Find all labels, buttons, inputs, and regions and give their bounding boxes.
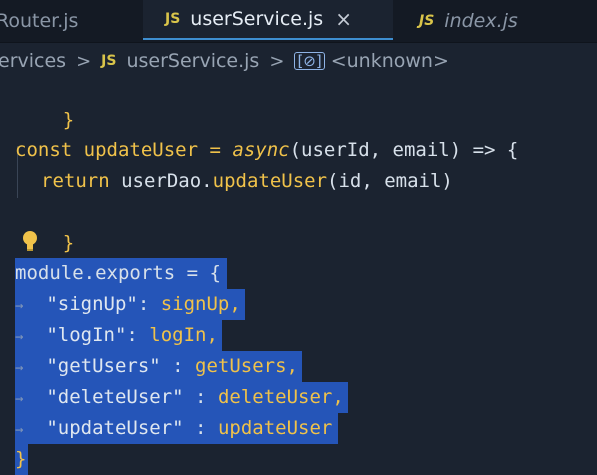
code-line: const updateUser = async(userId, email) … (15, 139, 519, 161)
code-line-selected: module.exports = { (15, 258, 227, 289)
close-icon[interactable]: × (335, 7, 352, 31)
tab-label: index.js (444, 10, 518, 32)
editor-tab-bar: Router.js JS userService.js × JS index.j… (0, 0, 597, 43)
chevron-right-icon: > (269, 50, 285, 72)
js-file-icon: JS (101, 53, 117, 69)
breadcrumb-symbol[interactable]: <unknown> (331, 50, 449, 72)
js-file-icon: JS (165, 11, 181, 27)
tab-index-js[interactable]: JS index.js (419, 0, 589, 42)
code-line-selected: } (15, 444, 29, 475)
code-line-selected: → "deleteUser" : deleteUser, (15, 382, 348, 413)
tab-label: userService.js (190, 8, 324, 30)
code-editor[interactable]: } const updateUser = async(userId, email… (0, 80, 597, 475)
tab-userservice-js[interactable]: JS userService.js × (143, 0, 393, 40)
code-line-selected: → "updateUser" : updateUser (15, 413, 339, 444)
lightbulb-icon[interactable] (20, 230, 40, 252)
chevron-right-icon: > (76, 50, 92, 72)
breadcrumb-folder[interactable]: ervices (0, 50, 66, 72)
breadcrumb: ervices > JS userService.js > [⊘] <unkno… (0, 42, 597, 80)
code-line-selected: → "getUsers" : getUsers, (15, 351, 302, 382)
tab-label: Router.js (0, 10, 79, 32)
code-line: } (62, 109, 75, 131)
symbol-icon: [⊘] (294, 52, 325, 70)
js-file-icon: JS (419, 13, 435, 29)
code-line: return userDao.updateUser(id, email) (41, 170, 453, 192)
tab-router-js[interactable]: Router.js (0, 0, 136, 42)
breadcrumb-file[interactable]: userService.js (126, 50, 259, 72)
code-line: } (62, 232, 75, 254)
code-line-selected: → "logIn": logIn, (15, 320, 222, 351)
code-line-selected: → "signUp": signUp, (15, 289, 245, 320)
